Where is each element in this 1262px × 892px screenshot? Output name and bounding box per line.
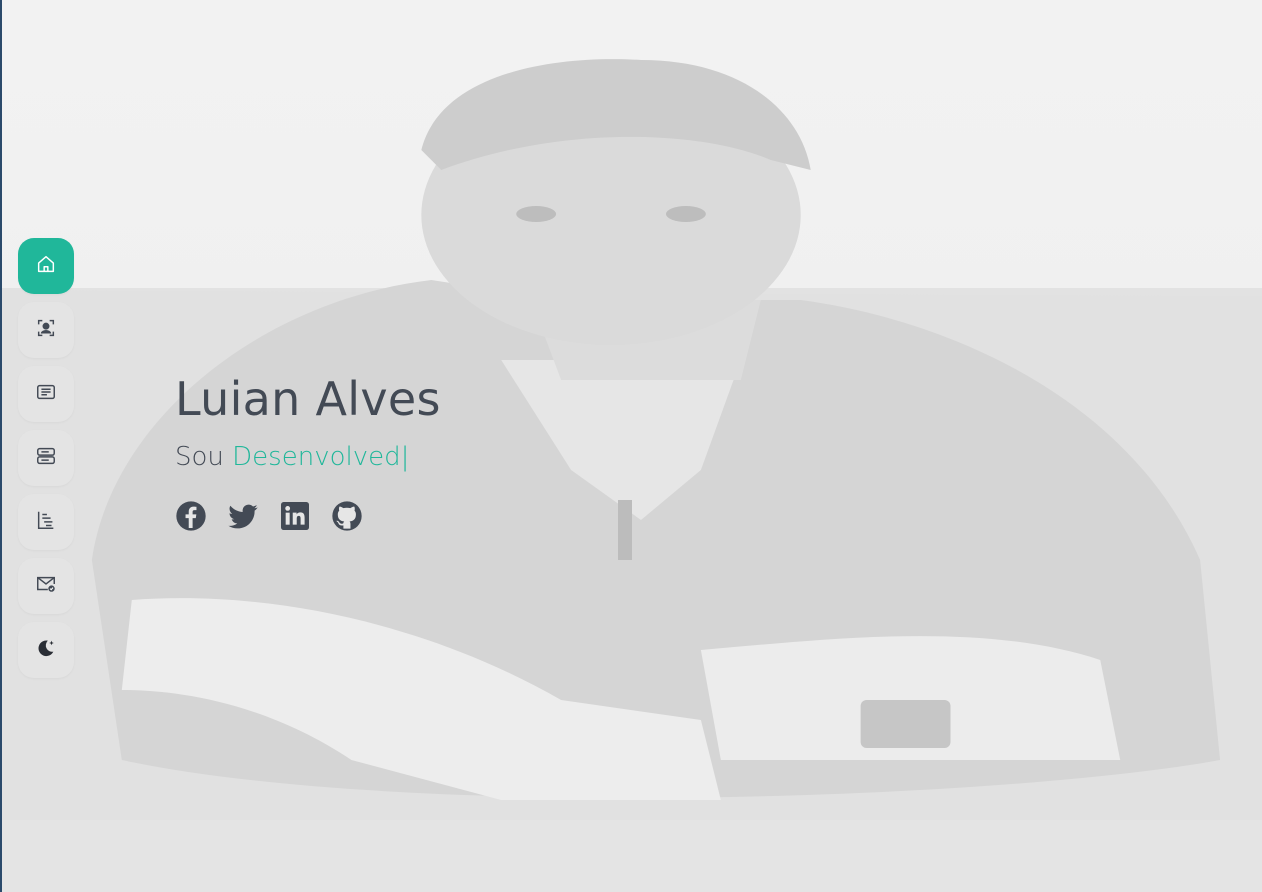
- twitter-icon: [227, 500, 259, 537]
- linkedin-icon: [279, 500, 311, 537]
- nav-contact-button[interactable]: [18, 558, 74, 614]
- document-icon: [35, 381, 57, 408]
- hero-section: Luian Alves Sou Desenvolved|: [175, 372, 441, 534]
- facebook-link[interactable]: [175, 500, 207, 537]
- github-icon: [331, 500, 363, 537]
- user-icon: [35, 317, 57, 344]
- nav-about-button[interactable]: [18, 302, 74, 358]
- linkedin-link[interactable]: [279, 500, 311, 537]
- layers-icon: [35, 445, 57, 472]
- sidebar-nav: [18, 238, 74, 678]
- nav-home-button[interactable]: [18, 238, 74, 294]
- typing-cursor: |: [400, 442, 410, 472]
- subtitle-prefix: Sou: [175, 442, 224, 472]
- hero-name: Luian Alves: [175, 372, 441, 426]
- social-links: [175, 500, 441, 537]
- mail-check-icon: [35, 573, 57, 600]
- nav-services-button[interactable]: [18, 430, 74, 486]
- home-icon: [35, 253, 57, 280]
- page: Luian Alves Sou Desenvolved|: [0, 0, 1262, 892]
- nav-portfolio-button[interactable]: [18, 494, 74, 550]
- hero-subtitle: Sou Desenvolved|: [175, 442, 441, 472]
- timeline-icon: [35, 509, 57, 536]
- facebook-icon: [175, 500, 207, 537]
- nav-resume-button[interactable]: [18, 366, 74, 422]
- theme-toggle-button[interactable]: [18, 622, 74, 678]
- github-link[interactable]: [331, 500, 363, 537]
- moon-icon: [35, 637, 57, 664]
- typed-role-text: Desenvolved: [232, 442, 401, 472]
- twitter-link[interactable]: [227, 502, 259, 534]
